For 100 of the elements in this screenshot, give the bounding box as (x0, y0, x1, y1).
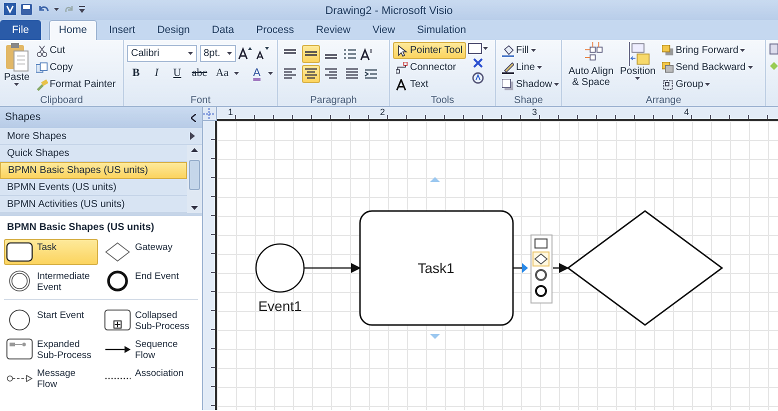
ribbon-tab[interactable]: Insert (98, 20, 146, 40)
handle-icon[interactable] (430, 177, 440, 182)
scroll-down-icon[interactable] (191, 206, 198, 210)
task-shape[interactable] (359, 210, 514, 326)
text-tool-icon (396, 78, 408, 90)
quick-shapes-toolbar[interactable] (530, 234, 552, 304)
caret-icon[interactable] (268, 72, 274, 75)
scrollbar-thumb[interactable] (189, 160, 200, 190)
ribbon-tab[interactable]: View (362, 20, 406, 40)
bullets-icon[interactable] (342, 46, 357, 61)
format-button[interactable]: U (168, 64, 186, 82)
caret-icon[interactable] (234, 72, 240, 75)
clipboard-command[interactable]: Copy (32, 59, 119, 76)
group-label: Arrange (644, 94, 682, 106)
format-button[interactable]: abc (188, 64, 210, 82)
indent-icon[interactable] (364, 67, 378, 82)
ribbon-tab[interactable]: Process (246, 20, 304, 40)
ribbon-tab[interactable]: Review (306, 20, 360, 40)
font-name-field[interactable]: Calibri (127, 44, 197, 62)
sequence-flow-arrow[interactable] (553, 263, 569, 273)
task-label: Task1 (418, 260, 454, 276)
caret-icon (635, 77, 640, 80)
arrange-command[interactable]: Send Backward (658, 59, 756, 76)
font-size-field[interactable]: 8pt. (200, 44, 236, 62)
bring-forward-icon (662, 44, 674, 56)
caret-icon[interactable] (54, 8, 59, 10)
ribbon-tab[interactable]: Data (202, 20, 244, 40)
ribbon-tab[interactable]: Home (48, 20, 97, 40)
ribbon-tab[interactable]: Simulation (407, 20, 476, 40)
stencil-item[interactable]: BPMN Basic Shapes (US units) (0, 162, 187, 179)
tool-button[interactable]: Pointer Tool (393, 42, 466, 59)
pointer-icon (396, 44, 408, 56)
group-label: Clipboard (39, 94, 84, 106)
expand-icon (190, 132, 195, 140)
shape-format-button[interactable]: Line (499, 59, 561, 76)
ribbon-tab[interactable]: Design (147, 20, 200, 40)
caret-icon (530, 49, 536, 52)
caret-icon (536, 66, 542, 69)
tool-button[interactable]: Connector (393, 59, 466, 76)
horizontal-align-button[interactable] (302, 65, 320, 84)
close-icon[interactable] (472, 56, 484, 69)
arrange-button[interactable]: Auto Align & Space (565, 42, 617, 93)
rounded-rectangle-icon (6, 241, 34, 263)
collapse-icon[interactable] (191, 114, 196, 122)
grow-font-icon[interactable] (238, 46, 252, 60)
format-button[interactable]: Aa (212, 64, 232, 82)
start-event-shape[interactable] (255, 243, 305, 293)
panel-title: Shapes (5, 110, 41, 125)
connector-line[interactable] (513, 263, 528, 273)
stencil-item[interactable]: BPMN Activities (US units) (0, 196, 187, 213)
stencil-shape[interactable]: Task (4, 239, 98, 265)
event-label: Event1 (258, 298, 302, 314)
caret-icon[interactable] (226, 52, 232, 55)
arrange-command[interactable]: Bring Forward (658, 42, 756, 59)
caret-icon[interactable] (14, 83, 20, 86)
format-button[interactable]: B (127, 64, 145, 82)
tool-button[interactable]: Text (393, 76, 466, 93)
shadow-icon (502, 78, 514, 90)
arrange-button[interactable]: Position (619, 42, 657, 93)
clipboard-command[interactable]: Cut (32, 42, 119, 59)
rectangle-icon[interactable] (468, 42, 488, 54)
app-icon[interactable] (4, 3, 16, 15)
group-label: Tools (430, 94, 456, 106)
shrink-font-icon[interactable] (254, 46, 269, 60)
arrange-command[interactable]: Group (658, 76, 756, 93)
sequence-flow-arrow[interactable] (304, 263, 361, 273)
bottom-align-icon (325, 54, 338, 59)
text-direction-icon[interactable] (360, 46, 374, 61)
brush-icon (36, 78, 48, 90)
file-tab[interactable]: File (0, 20, 41, 40)
ruler-label: 2 (380, 107, 386, 117)
shape-format-button[interactable]: Shadow (499, 76, 561, 93)
clipboard-icon (4, 42, 29, 72)
scroll-up-icon[interactable] (191, 148, 198, 152)
font-color-button[interactable]: A (248, 64, 266, 82)
caret-icon (554, 83, 560, 86)
expanded-box-icon (6, 338, 34, 360)
stencil-item[interactable]: Quick Shapes (0, 145, 187, 162)
undo-icon[interactable] (37, 4, 49, 14)
ruler-label: 3 (532, 107, 538, 117)
shape-format-button[interactable]: Fill (499, 42, 561, 59)
clipboard-command[interactable]: Format Painter (32, 76, 119, 93)
pen-icon (502, 62, 514, 74)
paste-button[interactable]: Paste (3, 42, 31, 93)
caret-icon (748, 66, 753, 69)
caret-icon[interactable] (188, 52, 193, 55)
handle-icon[interactable] (430, 334, 440, 339)
save-icon[interactable] (21, 4, 32, 14)
group-label: Shape (513, 94, 544, 106)
stencil-item[interactable]: BPMN Events (US units) (0, 179, 187, 196)
gateway-shape[interactable] (566, 210, 724, 326)
paint-bucket-icon (502, 44, 514, 56)
customize-icon[interactable] (79, 6, 85, 12)
ruler-origin-icon[interactable] (203, 108, 215, 120)
rotate-icon[interactable] (470, 71, 485, 86)
vertical-align-button[interactable] (302, 44, 320, 63)
connector-icon (396, 62, 408, 74)
caret-icon (740, 49, 746, 52)
more-shapes-item[interactable]: More Shapes (0, 128, 202, 145)
format-button[interactable]: I (148, 64, 166, 82)
